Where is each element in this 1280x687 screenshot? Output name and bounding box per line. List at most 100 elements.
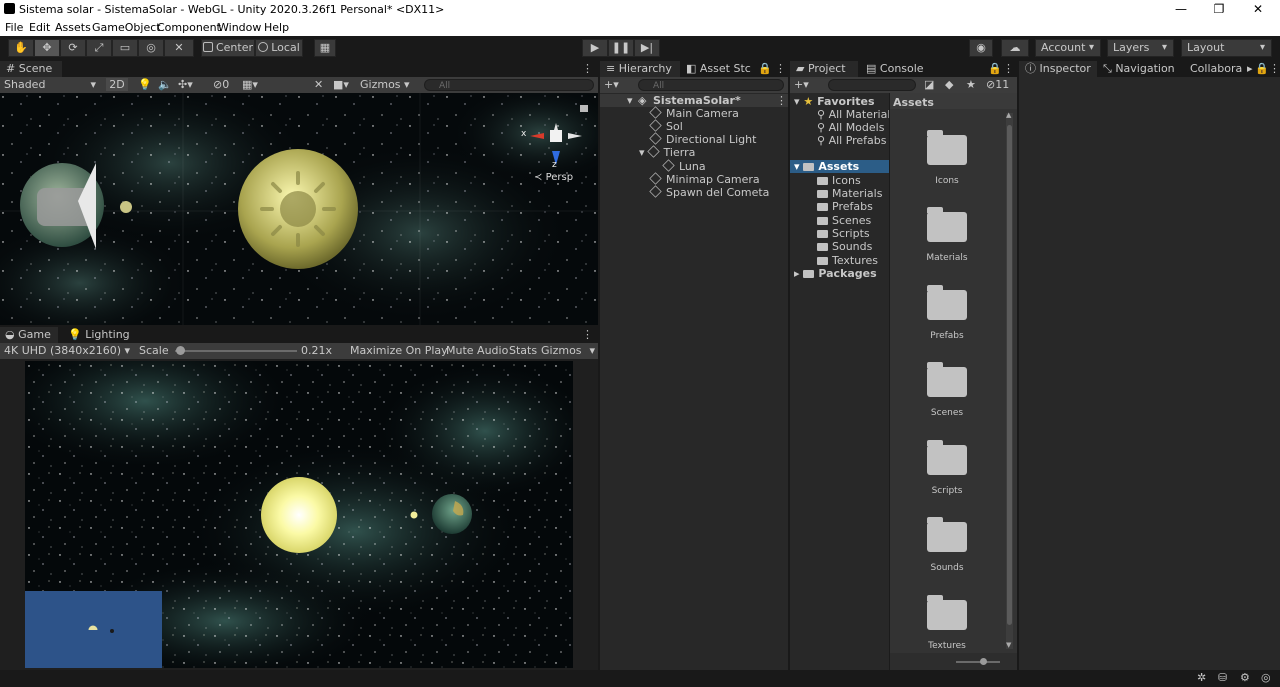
close-button[interactable]: ✕ bbox=[1238, 0, 1278, 19]
pivot-space-toggle[interactable]: Local bbox=[255, 39, 303, 57]
menu-gameobject[interactable]: GameObject bbox=[92, 21, 161, 34]
icon-size-slider-track[interactable] bbox=[956, 661, 1000, 663]
icon-size-slider-thumb[interactable] bbox=[980, 658, 987, 665]
project-panel-menu-icon[interactable]: ⋮ bbox=[1003, 61, 1014, 77]
grid-visibility-toggle[interactable]: ▦▾ bbox=[242, 78, 258, 91]
grid-folder-materials[interactable] bbox=[927, 207, 967, 242]
grid-snap-button[interactable]: ▦ bbox=[314, 39, 336, 57]
collab-button[interactable]: ◉ bbox=[969, 39, 993, 57]
scene-panel-menu-icon[interactable]: ⋮ bbox=[582, 61, 593, 77]
tab-collaborate[interactable]: Collabora bbox=[1190, 61, 1246, 77]
tree-item-minimap-camera[interactable]: Minimap Camera bbox=[649, 172, 760, 186]
grid-folder-textures[interactable] bbox=[927, 595, 967, 630]
tab-scene[interactable]: # Scene bbox=[0, 61, 62, 77]
favorite-all-prefabs[interactable]: ⚲ All Prefabs bbox=[817, 134, 887, 147]
menu-help[interactable]: Help bbox=[264, 21, 289, 34]
tree-item-tierra[interactable]: ▾ Tierra bbox=[639, 145, 695, 159]
favorites-star-icon[interactable]: ★ bbox=[966, 78, 976, 91]
tab-asset-store[interactable]: ◧ Asset Stc bbox=[686, 61, 752, 77]
tree-item-luna[interactable]: Luna bbox=[662, 159, 706, 173]
content-breadcrumb[interactable]: Assets bbox=[893, 96, 934, 109]
auto-generate-lighting-icon[interactable]: ⚙ bbox=[1240, 671, 1250, 684]
game-viewport[interactable] bbox=[25, 361, 573, 668]
scene-row[interactable]: ▾ ◈ SistemaSolar* ⋮ bbox=[600, 94, 788, 107]
menu-component[interactable]: Component bbox=[157, 21, 221, 34]
favorite-all-materials[interactable]: ⚲ All Materials bbox=[817, 108, 896, 121]
expand-arrow-icon[interactable]: ▾ bbox=[639, 146, 645, 159]
tab-lighting[interactable]: 💡 Lighting bbox=[68, 327, 130, 343]
shading-mode-dropdown[interactable]: Shaded ▾ bbox=[4, 78, 98, 91]
layers-dropdown[interactable]: Layers bbox=[1107, 39, 1174, 57]
grid-folder-prefabs[interactable] bbox=[927, 285, 967, 320]
grid-folder-scripts[interactable] bbox=[927, 440, 967, 475]
hierarchy-panel-menu-icon[interactable]: ⋮ bbox=[775, 61, 786, 77]
game-panel-menu-icon[interactable]: ⋮ bbox=[582, 327, 593, 343]
scene-gizmos-dropdown[interactable]: Gizmos ▾ bbox=[360, 78, 416, 91]
favorite-all-models[interactable]: ⚲ All Models bbox=[817, 121, 884, 134]
scrollbar-thumb[interactable] bbox=[1007, 125, 1012, 625]
folder-icons[interactable]: Icons bbox=[817, 174, 861, 187]
project-create-button[interactable]: +▾ bbox=[794, 78, 809, 91]
folder-prefabs[interactable]: Prefabs bbox=[817, 200, 873, 213]
transform-tool-button[interactable]: ◎ bbox=[138, 39, 164, 57]
grid-folder-sounds[interactable] bbox=[927, 517, 967, 552]
packages-row[interactable]: ▸ Packages bbox=[794, 267, 877, 280]
move-tool-button[interactable]: ✥ bbox=[34, 39, 60, 57]
maximize-on-play-toggle[interactable]: Maximize On Play bbox=[350, 344, 448, 357]
mute-audio-toggle[interactable]: Mute Audio bbox=[446, 344, 508, 357]
scene-search-input[interactable]: All bbox=[424, 79, 594, 91]
hierarchy-create-button[interactable]: +▾ bbox=[604, 78, 619, 91]
play-button[interactable]: ▶ bbox=[582, 39, 608, 57]
menu-file[interactable]: File bbox=[5, 21, 23, 34]
lock-icon[interactable]: 🔒 bbox=[758, 61, 772, 77]
rect-tool-button[interactable]: ▭ bbox=[112, 39, 138, 57]
tab-hierarchy[interactable]: ≡ Hierarchy bbox=[600, 61, 680, 77]
menu-window[interactable]: Window bbox=[218, 21, 261, 34]
inspector-panel-menu-icon[interactable]: ⋮ bbox=[1269, 61, 1280, 77]
folder-scripts[interactable]: Scripts bbox=[817, 227, 870, 240]
tree-item-spawn-del-cometa[interactable]: Spawn del Cometa bbox=[649, 185, 769, 199]
stats-toggle[interactable]: Stats bbox=[509, 344, 537, 357]
scroll-up-icon[interactable]: ▲ bbox=[1006, 111, 1011, 119]
2d-toggle[interactable]: 2D bbox=[106, 78, 128, 91]
camera-settings-dropdown[interactable]: ■▾ bbox=[333, 78, 349, 91]
scroll-down-icon[interactable]: ▼ bbox=[1006, 641, 1011, 649]
tools-toggle-icon[interactable]: ✕ bbox=[314, 78, 323, 91]
grid-folder-icons[interactable] bbox=[927, 130, 967, 165]
tab-inspector[interactable]: ⓘ Inspector bbox=[1019, 61, 1097, 77]
game-gizmos-dropdown[interactable]: Gizmos ▾ bbox=[541, 344, 595, 357]
tree-item-main-camera[interactable]: Main Camera bbox=[649, 106, 739, 120]
scene-row-menu-icon[interactable]: ⋮ bbox=[776, 94, 787, 107]
audio-toggle-icon[interactable]: 🔈 bbox=[158, 78, 172, 91]
scene-viewport[interactable]: x z ≺ Persp bbox=[0, 93, 598, 325]
resolution-dropdown[interactable]: 4K UHD (3840x2160) ▾ bbox=[4, 344, 130, 357]
maximize-button[interactable]: ❐ bbox=[1199, 0, 1239, 19]
hidden-packages-toggle[interactable]: ⊘11 bbox=[986, 78, 1009, 91]
tab-navigation[interactable]: ⤡ Navigation bbox=[1103, 61, 1175, 77]
hidden-objects-toggle[interactable]: ⊘0 bbox=[213, 78, 229, 91]
custom-tool-button[interactable]: ✕ bbox=[164, 39, 194, 57]
scale-slider-track[interactable] bbox=[175, 350, 297, 352]
tab-console[interactable]: ▤ Console bbox=[866, 61, 924, 77]
persp-toggle[interactable]: ≺ Persp bbox=[534, 172, 573, 183]
pivot-center-toggle[interactable]: Center bbox=[201, 39, 255, 57]
expand-arrow-icon[interactable]: ▾ bbox=[627, 94, 633, 107]
tree-item-directional-light[interactable]: Directional Light bbox=[649, 132, 756, 146]
step-button[interactable]: ▶| bbox=[634, 39, 660, 57]
grid-folder-scenes[interactable] bbox=[927, 362, 967, 397]
search-by-label-icon[interactable]: ◆ bbox=[945, 78, 953, 91]
pause-button[interactable]: ❚❚ bbox=[608, 39, 634, 57]
scale-tool-button[interactable]: ⤢ bbox=[86, 39, 112, 57]
search-by-type-icon[interactable]: ◪ bbox=[924, 78, 934, 91]
progress-check-icon[interactable]: ◎ bbox=[1261, 671, 1271, 684]
menu-assets[interactable]: Assets bbox=[55, 21, 91, 34]
folder-scenes[interactable]: Scenes bbox=[817, 214, 871, 227]
content-scrollbar[interactable] bbox=[1006, 113, 1013, 649]
folder-materials[interactable]: Materials bbox=[817, 187, 882, 200]
cache-server-icon[interactable]: ⛁ bbox=[1218, 671, 1227, 684]
lighting-toggle-icon[interactable]: 💡 bbox=[138, 78, 152, 91]
hierarchy-search-input[interactable]: All bbox=[638, 79, 784, 91]
hand-tool-button[interactable]: ✋ bbox=[8, 39, 34, 57]
account-dropdown[interactable]: Account bbox=[1035, 39, 1101, 57]
bug-icon[interactable]: ✲ bbox=[1197, 671, 1206, 684]
